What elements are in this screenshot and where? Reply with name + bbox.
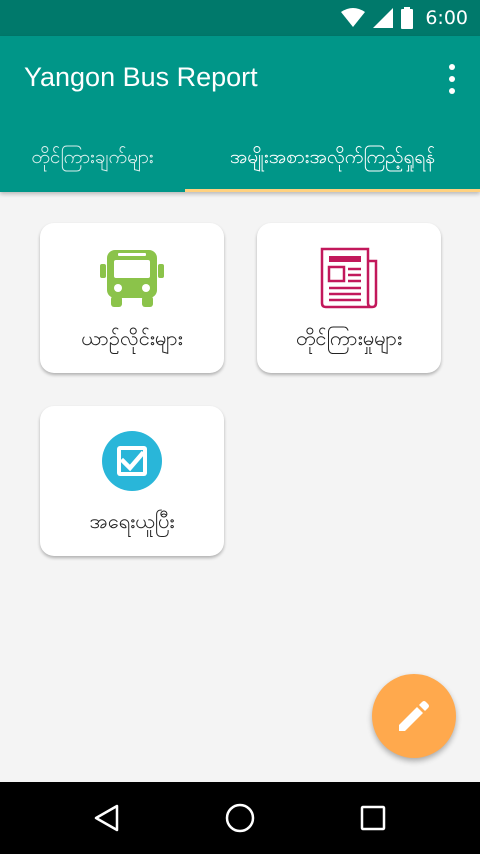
- tab-complaints[interactable]: တိုင်ကြားချက်များ: [0, 126, 185, 192]
- wifi-icon: [341, 8, 366, 27]
- tab-label: အမျိုးအစားအလိုက်ကြည့်ရှုရန်: [229, 146, 436, 168]
- status-time: 6:00: [425, 7, 468, 29]
- card-label: အရေးယူပြီး: [89, 509, 175, 533]
- status-bar: 6:00: [0, 0, 480, 36]
- battery-icon: [401, 7, 414, 29]
- home-icon[interactable]: [222, 800, 258, 836]
- edit-fab-button[interactable]: [372, 674, 456, 758]
- app-title: Yangon Bus Report: [24, 62, 258, 92]
- tab-view-by-category[interactable]: အမျိုးအစားအလိုက်ကြည့်ရှုရန်: [185, 126, 480, 192]
- app-bar: Yangon Bus Report တိုင်ကြားချက်များ အမျိ…: [0, 36, 480, 192]
- back-icon[interactable]: [89, 800, 125, 836]
- edit-pencil-icon: [399, 701, 429, 731]
- card-bus-lines[interactable]: ယာဉ်လိုင်းများ: [40, 223, 224, 373]
- cell-signal-icon: [373, 8, 394, 28]
- checkbox-icon: [99, 428, 165, 494]
- navigation-bar: [0, 782, 480, 854]
- card-complaints[interactable]: တိုင်ကြားမှုများ: [257, 223, 441, 373]
- card-label: ယာဉ်လိုင်းများ: [81, 326, 183, 350]
- card-action-taken[interactable]: အရေးယူပြီး: [40, 406, 224, 556]
- card-label: တိုင်ကြားမှုများ: [295, 326, 403, 350]
- tab-label: တိုင်ကြားချက်များ: [31, 146, 154, 168]
- tab-bar: တိုင်ကြားချက်များ အမျိုးအစားအလိုက်ကြည့်ရ…: [0, 126, 480, 192]
- more-vert-icon[interactable]: [446, 64, 458, 94]
- newspaper-icon: [316, 245, 382, 311]
- tab-indicator: [185, 189, 480, 192]
- recents-icon[interactable]: [355, 800, 391, 836]
- status-icons: 6:00: [341, 6, 468, 30]
- bus-icon: [99, 245, 165, 311]
